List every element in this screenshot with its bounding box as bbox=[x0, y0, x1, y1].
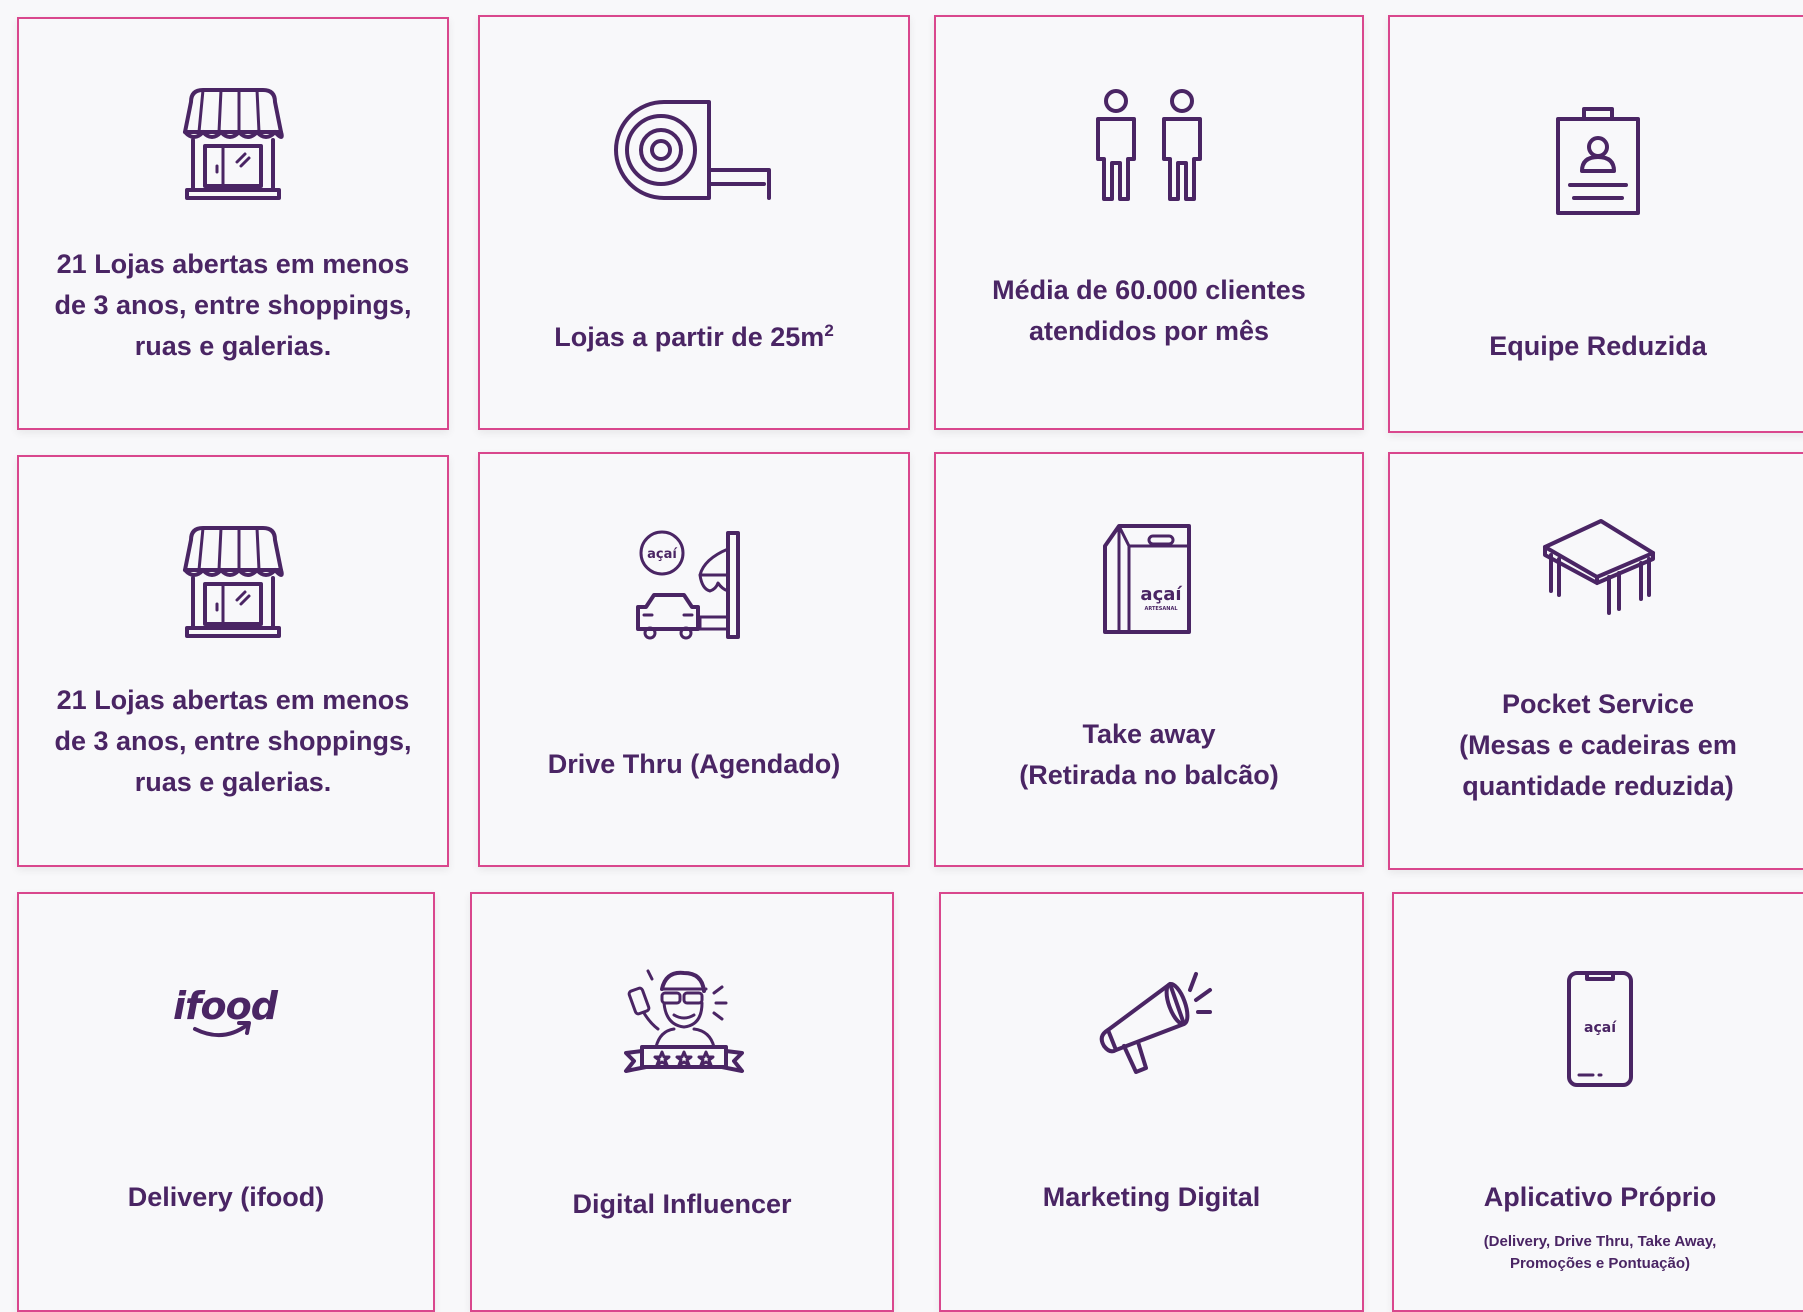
svg-text:açaí: açaí bbox=[1584, 1020, 1617, 1036]
card-label: Drive Thru (Agendado) bbox=[547, 749, 841, 779]
card-subtext: (Delivery, Drive Thru, Take Away, Promoç… bbox=[1483, 1233, 1717, 1272]
badge-icon bbox=[1390, 97, 1803, 222]
storefront-icon bbox=[19, 512, 447, 647]
measuring-tape-icon bbox=[480, 87, 908, 217]
feature-card-pocket-service: Pocket Service (Mesas e cadeiras em quan… bbox=[1388, 452, 1803, 870]
influencer-icon bbox=[472, 959, 892, 1089]
feature-card-drive-thru: açaí Drive Thru (Agendado) bbox=[478, 452, 910, 867]
card-label: Equipe Reduzida bbox=[1489, 331, 1707, 361]
card-label: Média de 60.000 clientes atendidos por m… bbox=[992, 275, 1306, 346]
feature-card-team: Equipe Reduzida bbox=[1388, 15, 1803, 433]
card-label: Pocket Service (Mesas e cadeiras em quan… bbox=[1459, 689, 1737, 801]
feature-card-app: açaí Aplicativo Próprio (Delivery, Drive… bbox=[1392, 892, 1803, 1312]
svg-text:ARTESANAL: ARTESANAL bbox=[1144, 606, 1178, 612]
people-icon bbox=[936, 82, 1362, 212]
feature-card-customers: Média de 60.000 clientes atendidos por m… bbox=[934, 15, 1364, 430]
feature-card-store-size: Lojas a partir de 25m2 bbox=[478, 15, 910, 430]
svg-text:açaí: açaí bbox=[647, 547, 678, 562]
card-label: Digital Influencer bbox=[572, 1189, 792, 1219]
table-icon bbox=[1390, 514, 1803, 619]
feature-card-delivery: ifood Delivery (ifood) bbox=[17, 892, 435, 1312]
card-label: Delivery (ifood) bbox=[127, 1182, 325, 1212]
card-label: Marketing Digital bbox=[1042, 1182, 1261, 1212]
drive-thru-icon: açaí bbox=[480, 524, 908, 649]
takeaway-bag-icon: açaí ARTESANAL bbox=[936, 514, 1362, 644]
megaphone-icon bbox=[941, 969, 1362, 1084]
card-label: Aplicativo Próprio bbox=[1483, 1182, 1717, 1212]
feature-card-influencer: Digital Influencer bbox=[470, 892, 894, 1312]
feature-card-stores: 21 Lojas abertas em menos de 3 anos, ent… bbox=[17, 17, 449, 430]
feature-card-marketing: Marketing Digital bbox=[939, 892, 1364, 1312]
storefront-icon bbox=[19, 74, 447, 209]
ifood-logo-icon: ifood bbox=[19, 974, 433, 1054]
card-label: Lojas a partir de 25m2 bbox=[554, 321, 834, 352]
svg-text:ifood: ifood bbox=[173, 984, 279, 1028]
smartphone-app-icon: açaí bbox=[1394, 964, 1803, 1094]
card-label: 21 Lojas abertas em menos de 3 anos, ent… bbox=[54, 685, 412, 797]
feature-card-stores: 21 Lojas abertas em menos de 3 anos, ent… bbox=[17, 455, 449, 867]
svg-text:açaí: açaí bbox=[1140, 584, 1182, 605]
card-label: Take away (Retirada no balcão) bbox=[1019, 719, 1279, 790]
feature-card-take-away: açaí ARTESANAL Take away (Retirada no ba… bbox=[934, 452, 1364, 867]
card-label: 21 Lojas abertas em menos de 3 anos, ent… bbox=[54, 249, 412, 361]
